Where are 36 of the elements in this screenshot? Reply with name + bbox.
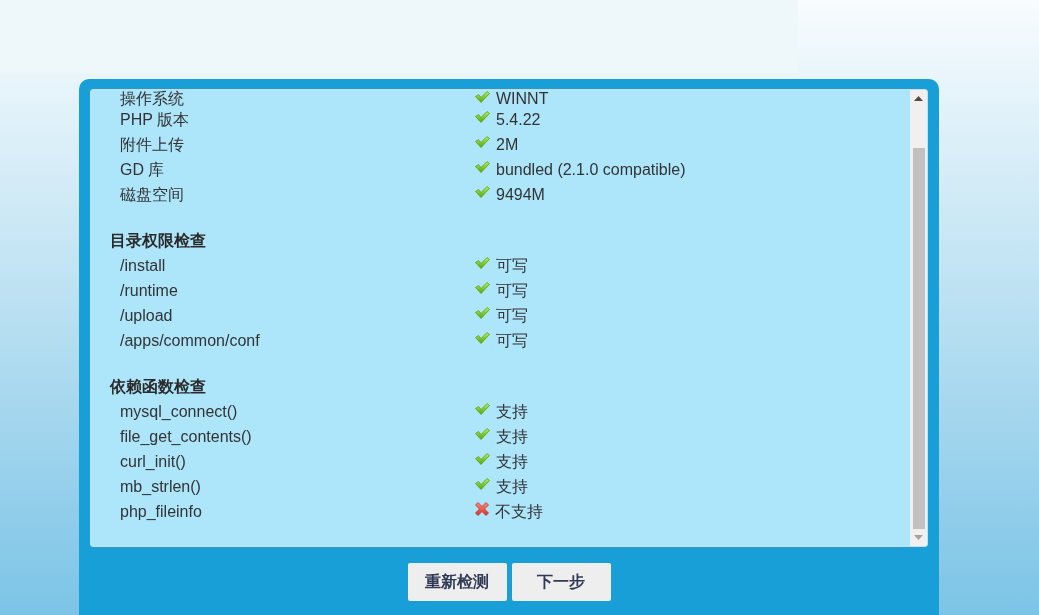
check-item-label: 磁盘空间 xyxy=(120,184,184,205)
check-item-label: 附件上传 xyxy=(120,134,184,155)
check-result: 支持 xyxy=(496,401,528,422)
check-item-label: /upload xyxy=(120,305,173,326)
check-result: 支持 xyxy=(496,451,528,472)
step-button[interactable]: 重新检测 xyxy=(407,563,507,601)
scrollbar[interactable] xyxy=(910,90,927,546)
section-heading: 依赖函数检查 xyxy=(110,377,206,397)
section-heading: 目录权限检查 xyxy=(110,231,206,251)
scroll-down-icon[interactable] xyxy=(914,535,923,540)
check-item-label: curl_init() xyxy=(120,451,186,472)
check-result: 可写 xyxy=(496,305,528,326)
scroll-up-icon[interactable] xyxy=(914,96,923,101)
check-result: 可写 xyxy=(496,330,528,351)
check-item-label: mb_strlen() xyxy=(120,476,201,497)
check-result: 支持 xyxy=(496,476,528,497)
check-result: 2M xyxy=(496,134,519,155)
check-item-label: /install xyxy=(120,255,166,276)
check-item-label: /runtime xyxy=(120,280,178,301)
check-result: bundled (2.1.0 compatible) xyxy=(496,159,686,180)
check-result: 不支持 xyxy=(495,501,543,522)
check-result: 9494M xyxy=(496,184,545,205)
check-result: 可写 xyxy=(496,255,528,276)
check-item-label: php_fileinfo xyxy=(120,501,202,522)
check-result: 支持 xyxy=(496,426,528,447)
check-item-label: /apps/common/conf xyxy=(120,330,260,351)
check-item-label: mysql_connect() xyxy=(120,401,238,422)
step-button[interactable]: 下一步 xyxy=(511,563,611,601)
check-result: 5.4.22 xyxy=(496,109,541,130)
check-item-label: 操作系统 xyxy=(120,90,184,107)
check-item-label: PHP 版本 xyxy=(120,109,190,130)
check-result: 可写 xyxy=(496,280,528,301)
check-item-label: file_get_contents() xyxy=(120,426,252,447)
scrollbar-thumb[interactable] xyxy=(913,148,925,529)
check-item-label: GD 库 xyxy=(120,159,165,180)
check-result: WINNT xyxy=(496,90,549,107)
